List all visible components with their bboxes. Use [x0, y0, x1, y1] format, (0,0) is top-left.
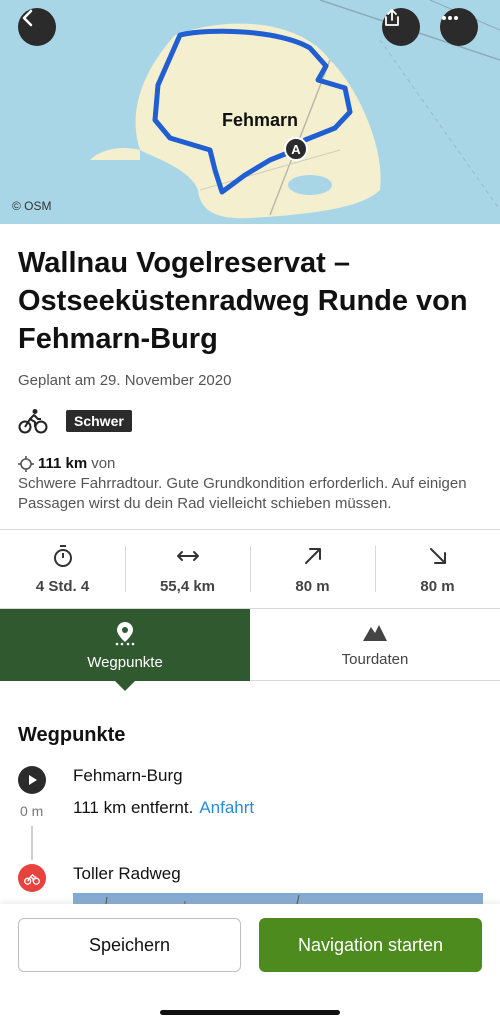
waypoint-distance-label: 0 m [20, 803, 44, 819]
tab-wegpunkte[interactable]: Wegpunkte [0, 609, 250, 691]
tab-label: Wegpunkte [87, 653, 163, 671]
play-icon [18, 766, 46, 794]
arrow-down-right-icon [429, 547, 446, 564]
directions-link[interactable]: Anfahrt [199, 798, 254, 817]
stat-distance: 55,4 km [125, 530, 250, 608]
home-indicator[interactable] [160, 1010, 340, 1015]
difficulty-badge: Schwer [66, 410, 132, 432]
stats-row: 4 Std. 4 55,4 km 80 m 80 m [0, 530, 500, 608]
stat-value: 4 Std. 4 [35, 577, 90, 595]
arrow-up-right-icon [304, 547, 321, 564]
distance-suffix: von [91, 455, 116, 472]
tab-label: Tourdaten [341, 651, 409, 668]
back-button[interactable] [18, 8, 56, 46]
share-button[interactable] [382, 8, 420, 46]
waypoint-name-highlight[interactable]: Toller Radweg [73, 864, 181, 884]
stopwatch-icon [53, 544, 72, 567]
stat-duration: 4 Std. 4 [0, 530, 125, 608]
stat-descent: 80 m [375, 530, 500, 608]
start-navigation-button[interactable]: Navigation starten [259, 918, 482, 972]
more-button[interactable] [440, 8, 478, 46]
bike-waypoint-icon [18, 864, 46, 892]
tour-title: Wallnau Vogelreservat – Ostseeküstenradw… [18, 247, 468, 355]
start-marker[interactable]: A [284, 137, 308, 161]
crosshair-icon [18, 455, 34, 472]
mountain-icon [363, 625, 387, 641]
map-view[interactable]: Fehmarn A © OSM [0, 0, 500, 224]
map-place-label: Fehmarn [222, 110, 299, 130]
waypoint-detail: 111 km entfernt. Anfahrt [73, 798, 254, 818]
stat-ascent: 80 m [250, 530, 375, 608]
share-icon [385, 9, 399, 26]
save-button[interactable]: Speichern [18, 918, 241, 972]
map-attribution[interactable]: © OSM [12, 199, 52, 213]
more-dots-icon [442, 16, 458, 20]
waypoints-heading: Wegpunkte [18, 724, 126, 746]
waypoint-name-start[interactable]: Fehmarn-Burg [73, 766, 183, 786]
waypoint-pin-icon [115, 621, 135, 645]
stat-value: 55,4 km [159, 577, 216, 595]
distance-arrows-icon [176, 550, 199, 561]
total-distance: 111 km [38, 455, 88, 472]
planned-date: Geplant am 29. November 2020 [18, 372, 232, 389]
tab-bar: Wegpunkte Tourdaten [0, 609, 500, 691]
timeline-line [31, 826, 33, 860]
stat-value: 80 m [420, 577, 455, 595]
distance-line: 111 km von [18, 455, 115, 472]
tour-description: Schwere Fahrradtour. Gute Grundkondition… [18, 475, 467, 512]
chevron-left-icon [22, 9, 33, 27]
bottom-action-bar: Speichern Navigation starten [0, 904, 500, 1024]
tab-tourdaten[interactable]: Tourdaten [250, 609, 500, 681]
stat-value: 80 m [295, 577, 330, 595]
bike-icon [18, 409, 48, 434]
waypoint-distance-text: 111 km entfernt. [73, 798, 194, 817]
